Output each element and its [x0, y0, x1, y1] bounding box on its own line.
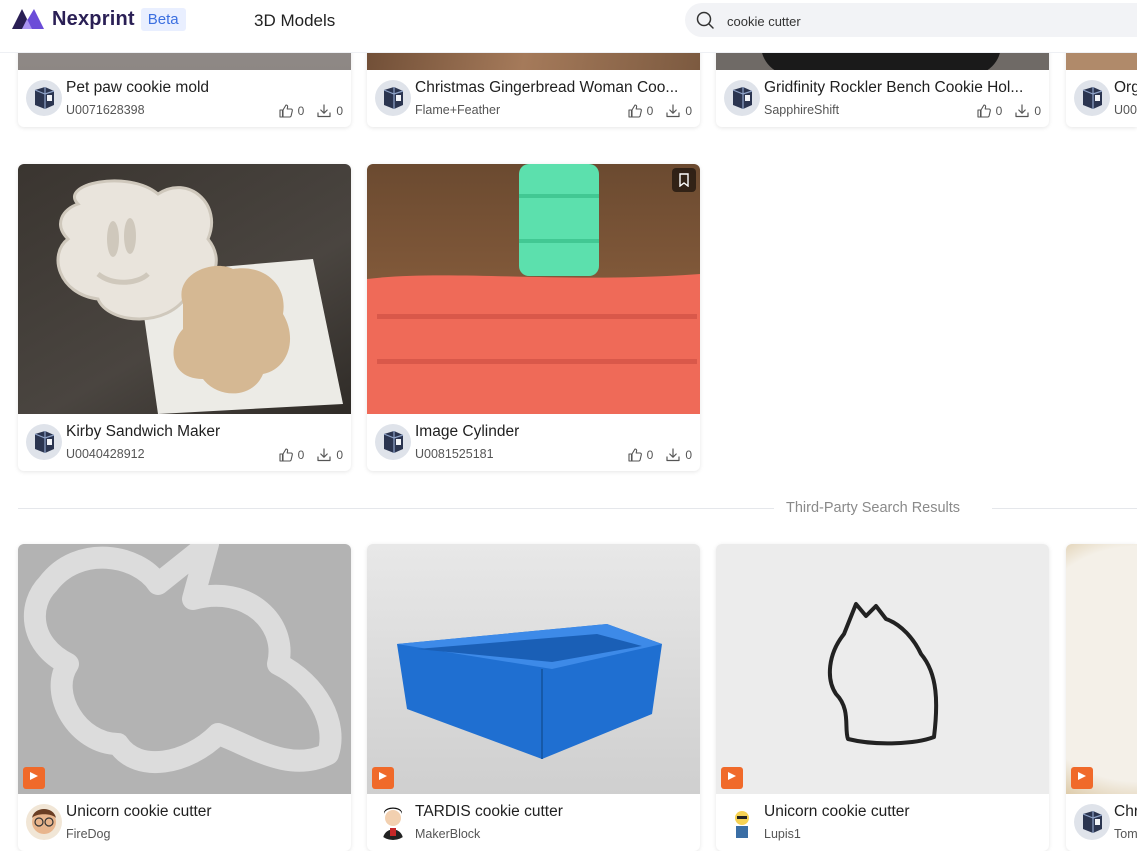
user-avatar [1074, 80, 1110, 116]
model-card[interactable]: Image Cylinder U0081525181 0 0 [367, 164, 700, 471]
search-input[interactable] [725, 3, 1129, 39]
user-avatar [375, 424, 411, 460]
model-thumbnail [716, 544, 1049, 794]
model-title: Image Cylinder [415, 423, 520, 440]
model-author[interactable]: Tom [1114, 827, 1137, 841]
model-title: Gridfinity Rockler Bench Cookie Hol... [764, 79, 1024, 96]
third-party-card[interactable]: TARDIS cookie cutter MakerBlock [367, 544, 700, 851]
download-icon [316, 103, 332, 119]
model-author[interactable]: MakerBlock [415, 827, 480, 841]
model-author[interactable]: Lupis1 [764, 827, 801, 841]
user-avatar [724, 80, 760, 116]
model-author[interactable]: U0081525181 [415, 447, 494, 461]
thumbs-up-icon [278, 447, 294, 463]
user-avatar [724, 804, 760, 840]
user-avatar [26, 80, 62, 116]
search-icon [696, 11, 714, 29]
model-title: Unicorn cookie cutter [764, 803, 910, 820]
download-count[interactable]: 0 [665, 103, 692, 119]
top-header: Nexprint Beta 3D Models [0, 0, 1137, 52]
model-author[interactable]: Flame+Feather [415, 103, 500, 117]
download-count[interactable]: 0 [316, 103, 343, 119]
third-party-card[interactable]: Unicorn cookie cutter Lupis1 [716, 544, 1049, 851]
thumbs-up-icon [278, 103, 294, 119]
printables-badge-icon [372, 767, 394, 789]
model-title: Chr [1114, 803, 1137, 820]
download-count[interactable]: 0 [1014, 103, 1041, 119]
thumbs-up-icon [627, 103, 643, 119]
model-title: Org [1114, 79, 1137, 96]
logo[interactable]: Nexprint Beta [10, 7, 186, 31]
tardis-cutter-image [397, 624, 662, 759]
section-divider-right [992, 508, 1137, 509]
nav-3d-models[interactable]: 3D Models [254, 11, 335, 31]
nexprint-logo-icon [12, 9, 44, 29]
model-thumbnail [18, 544, 351, 794]
model-thumbnail [367, 164, 700, 414]
download-icon [665, 447, 681, 463]
cylinder-image [367, 164, 700, 414]
model-title: Christmas Gingerbread Woman Coo... [415, 79, 679, 96]
model-author[interactable]: U0040428912 [66, 447, 145, 461]
model-author[interactable]: SapphireShift [764, 103, 839, 117]
section-divider-left [18, 508, 774, 509]
model-title: Unicorn cookie cutter [66, 803, 212, 820]
model-author[interactable]: U0071628398 [66, 103, 145, 117]
unicorn-outline-image [827, 602, 939, 746]
like-count[interactable]: 0 [627, 103, 653, 119]
third-party-section-label: Third-Party Search Results [786, 500, 961, 516]
user-avatar [26, 804, 62, 840]
user-avatar [375, 804, 411, 840]
download-icon [1014, 103, 1030, 119]
bookmark-icon [679, 173, 689, 187]
like-count[interactable]: 0 [627, 447, 653, 463]
search-bar[interactable] [685, 3, 1137, 39]
download-count[interactable]: 0 [665, 447, 692, 463]
like-count[interactable]: 0 [278, 103, 304, 119]
beta-badge: Beta [140, 7, 186, 31]
third-party-card[interactable]: Unicorn cookie cutter FireDog [18, 544, 351, 851]
printables-badge-icon [23, 767, 45, 789]
unicorn-cutter-image [24, 544, 342, 774]
brand-name: Nexprint [52, 7, 135, 30]
model-author[interactable]: FireDog [66, 827, 110, 841]
model-thumbnail [1066, 544, 1137, 794]
printables-badge-icon [721, 767, 743, 789]
third-party-card[interactable]: Chr Tom [1066, 544, 1137, 851]
model-title: TARDIS cookie cutter [415, 803, 563, 820]
like-count[interactable]: 0 [278, 447, 304, 463]
user-avatar [26, 424, 62, 460]
user-avatar [375, 80, 411, 116]
kirby-image [56, 179, 343, 414]
like-count[interactable]: 0 [976, 103, 1002, 119]
model-title: Pet paw cookie mold [66, 79, 210, 96]
model-thumbnail [367, 544, 700, 794]
thumbs-up-icon [976, 103, 992, 119]
download-count[interactable]: 0 [316, 447, 343, 463]
model-author[interactable]: U00 [1114, 103, 1137, 117]
user-avatar [1074, 804, 1110, 840]
download-icon [316, 447, 332, 463]
model-title: Kirby Sandwich Maker [66, 423, 221, 440]
thumbs-up-icon [627, 447, 643, 463]
printables-badge-icon [1071, 767, 1093, 789]
bookmark-button[interactable] [672, 168, 696, 192]
download-icon [665, 103, 681, 119]
model-card[interactable]: Kirby Sandwich Maker U0040428912 0 0 [18, 164, 351, 471]
model-thumbnail [18, 164, 351, 414]
